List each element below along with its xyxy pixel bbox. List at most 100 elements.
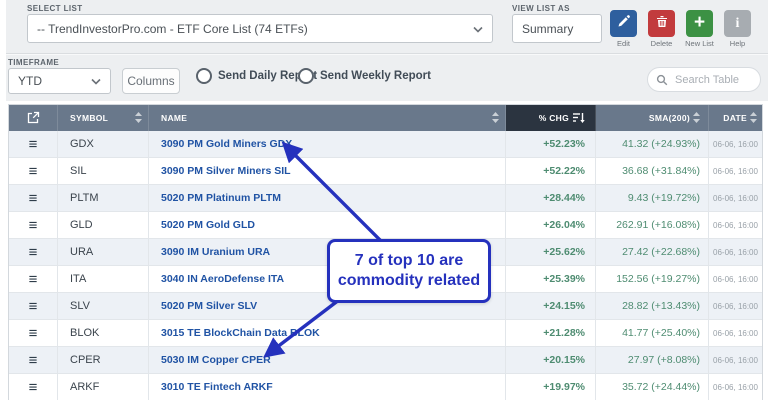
columns-button[interactable]: Columns — [122, 68, 180, 94]
row-menu-button[interactable]: ≡ — [9, 185, 58, 211]
hamburger-menu-icon: ≡ — [29, 218, 38, 233]
pencil-icon — [617, 15, 630, 33]
etf-name-link[interactable]: 3010 TE Fintech ARKF — [161, 381, 273, 393]
select-list-dropdown[interactable]: -- TrendInvestorPro.com - ETF Core List … — [27, 14, 493, 43]
symbol-column-header[interactable]: SYMBOL — [58, 105, 149, 131]
symbol-cell: BLOK — [58, 320, 149, 346]
date-cell: 06-06, 16:00 — [709, 185, 762, 211]
annotation-callout: 7 of top 10 are commodity related — [327, 239, 491, 303]
date-column-header[interactable]: DATE — [709, 105, 762, 131]
toolbar-area: SELECT LIST -- TrendInvestorPro.com - ET… — [6, 0, 768, 101]
table-row: ≡CPER5030 IM Copper CPER+20.15%27.97 (+8… — [9, 347, 762, 374]
weekly-report-label: Send Weekly Report — [320, 70, 431, 82]
hamburger-menu-icon: ≡ — [29, 326, 38, 341]
pct-chg-cell: +52.22% — [506, 158, 596, 184]
row-menu-button[interactable]: ≡ — [9, 158, 58, 184]
timeframe-dropdown[interactable]: YTD — [8, 68, 111, 94]
symbol-header-label: SYMBOL — [70, 113, 108, 123]
radio-icon — [298, 68, 314, 84]
sort-icon[interactable] — [750, 112, 757, 125]
row-menu-button[interactable]: ≡ — [9, 239, 58, 265]
etf-name-link[interactable]: 5020 PM Platinum PLTM — [161, 192, 281, 204]
chevron-down-icon — [91, 74, 101, 88]
symbol-cell: GLD — [58, 212, 149, 238]
pct-chg-cell: +21.28% — [506, 320, 596, 346]
etf-name-link[interactable]: 5030 IM Copper CPER — [161, 354, 271, 366]
delete-button[interactable] — [648, 10, 675, 37]
help-button[interactable]: i — [724, 10, 751, 37]
row-menu-button[interactable]: ≡ — [9, 293, 58, 319]
new-list-button[interactable]: + — [686, 10, 713, 37]
pct-chg-header-label: % CHG — [539, 113, 569, 123]
sort-icon[interactable] — [492, 112, 499, 125]
sma200-cell: 41.77 (+25.40%) — [596, 320, 709, 346]
etf-list-app: SELECT LIST -- TrendInvestorPro.com - ET… — [0, 0, 768, 400]
symbol-cell: CPER — [58, 347, 149, 373]
select-list-label: SELECT LIST — [27, 4, 83, 13]
pct-chg-cell: +28.44% — [506, 185, 596, 211]
symbol-cell: ARKF — [58, 374, 149, 400]
name-cell: 3090 PM Gold Miners GDX — [149, 131, 506, 157]
annotation-line2: commodity related — [338, 271, 480, 291]
sma200-cell: 35.72 (+24.44%) — [596, 374, 709, 400]
row-menu-button[interactable]: ≡ — [9, 212, 58, 238]
table-row: ≡GDX3090 PM Gold Miners GDX+52.23%41.32 … — [9, 131, 762, 158]
pct-chg-column-header[interactable]: % CHG — [506, 105, 596, 131]
row-menu-button[interactable]: ≡ — [9, 320, 58, 346]
radio-icon — [196, 68, 212, 84]
table-row: ≡GLD5020 PM Gold GLD+26.04%262.91 (+16.0… — [9, 212, 762, 239]
row-menu-button[interactable]: ≡ — [9, 347, 58, 373]
date-cell: 06-06, 16:00 — [709, 320, 762, 346]
date-cell: 06-06, 16:00 — [709, 212, 762, 238]
row-menu-button[interactable]: ≡ — [9, 131, 58, 157]
help-button-label: Help — [730, 39, 745, 48]
sma200-cell: 152.56 (+19.27%) — [596, 266, 709, 292]
edit-button[interactable] — [610, 10, 637, 37]
row-menu-button[interactable]: ≡ — [9, 266, 58, 292]
etf-name-link[interactable]: 3090 PM Gold Miners GDX — [161, 138, 292, 150]
hamburger-menu-icon: ≡ — [29, 353, 38, 368]
name-cell: 3010 TE Fintech ARKF — [149, 374, 506, 400]
name-column-header[interactable]: NAME — [149, 105, 506, 131]
delete-button-label: Delete — [651, 39, 673, 48]
table-row: ≡PLTM5020 PM Platinum PLTM+28.44%9.43 (+… — [9, 185, 762, 212]
new-list-button-label: New List — [685, 39, 714, 48]
table-header-row: SYMBOL NAME % CHG SMA(200) — [9, 105, 762, 131]
etf-name-link[interactable]: 5020 PM Silver SLV — [161, 300, 257, 312]
external-link-icon — [27, 111, 40, 126]
etf-name-link[interactable]: 3040 IN AeroDefense ITA — [161, 273, 284, 285]
etf-name-link[interactable]: 3090 IM Uranium URA — [161, 246, 270, 258]
table-row: ≡ARKF3010 TE Fintech ARKF+19.97%35.72 (+… — [9, 374, 762, 400]
view-list-as-value: Summary — [522, 22, 573, 36]
weekly-report-option[interactable]: Send Weekly Report — [298, 68, 431, 84]
pct-chg-cell: +25.39% — [506, 266, 596, 292]
sort-descending-icon[interactable] — [573, 112, 585, 125]
symbol-cell: SIL — [58, 158, 149, 184]
etf-name-link[interactable]: 3090 PM Silver Miners SIL — [161, 165, 291, 177]
name-cell: 5020 PM Gold GLD — [149, 212, 506, 238]
list-toolbar: SELECT LIST -- TrendInvestorPro.com - ET… — [6, 0, 768, 53]
table-toolbar: TIMEFRAME YTD Columns Send Daily Report … — [6, 53, 768, 102]
date-cell: 06-06, 16:00 — [709, 293, 762, 319]
date-cell: 06-06, 16:00 — [709, 374, 762, 400]
edit-action: Edit — [610, 10, 637, 48]
timeframe-label: TIMEFRAME — [8, 58, 59, 67]
sma200-header-label: SMA(200) — [649, 113, 690, 123]
etf-name-link[interactable]: 5020 PM Gold GLD — [161, 219, 255, 231]
row-menu-button[interactable]: ≡ — [9, 374, 58, 400]
date-cell: 06-06, 16:00 — [709, 347, 762, 373]
hamburger-menu-icon: ≡ — [29, 272, 38, 287]
sma200-column-header[interactable]: SMA(200) — [596, 105, 709, 131]
etf-name-link[interactable]: 3015 TE BlockChain Data BLOK — [161, 327, 320, 339]
date-cell: 06-06, 16:00 — [709, 158, 762, 184]
hamburger-menu-icon: ≡ — [29, 245, 38, 260]
pct-chg-cell: +20.15% — [506, 347, 596, 373]
search-table-input[interactable] — [673, 73, 757, 87]
view-list-as-dropdown[interactable]: Summary — [512, 14, 602, 43]
sort-icon[interactable] — [135, 112, 142, 125]
popout-column-header[interactable] — [9, 105, 58, 131]
symbol-cell: SLV — [58, 293, 149, 319]
new-list-action: + New List — [686, 10, 713, 48]
sort-icon[interactable] — [693, 112, 700, 125]
info-icon: i — [736, 16, 740, 32]
